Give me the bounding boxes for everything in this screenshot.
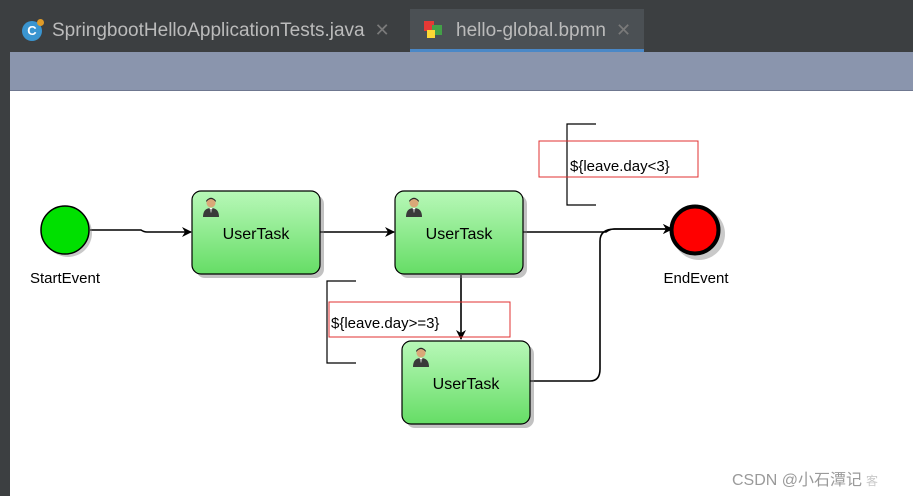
flow-start-to-task1[interactable] — [90, 227, 192, 237]
java-class-icon: C — [22, 18, 44, 41]
task-label: UserTask — [426, 226, 494, 243]
close-icon[interactable]: ✕ — [375, 20, 390, 41]
tab-bpmn-file[interactable]: hello-global.bpmn ✕ — [410, 9, 644, 52]
close-icon[interactable]: ✕ — [616, 20, 631, 41]
watermark-text: CSDN @小石潭记 — [732, 472, 863, 489]
user-task-1[interactable]: UserTask — [191, 190, 324, 278]
user-task-3[interactable]: UserTask — [401, 340, 534, 428]
tab-label: hello-global.bpmn — [456, 19, 606, 41]
user-task-2[interactable]: UserTask — [394, 190, 527, 278]
end-event-label: EndEvent — [663, 270, 729, 287]
end-event[interactable] — [669, 204, 721, 256]
bpmn-file-icon — [424, 20, 444, 41]
flow-task3-to-end[interactable] — [530, 224, 673, 382]
tab-java-tests[interactable]: C SpringbootHelloApplicationTests.java ✕ — [22, 9, 390, 52]
editor-tab-bar: C SpringbootHelloApplicationTests.java ✕… — [10, 9, 913, 52]
csdn-watermark: CSDN @小石潭记客 — [732, 466, 878, 490]
task-label: UserTask — [223, 226, 291, 243]
start-event-label: StartEvent — [30, 270, 101, 287]
tab-label: SpringbootHelloApplicationTests.java — [52, 19, 365, 41]
bpmn-canvas[interactable]: ${leave.day<3} ${leave.day>=3} StartEven… — [10, 91, 913, 496]
bpmn-diagram: ${leave.day<3} ${leave.day>=3} StartEven… — [30, 123, 729, 428]
start-event[interactable] — [40, 205, 90, 255]
condition-text-ge3: ${leave.day>=3} — [331, 315, 439, 332]
diagram-toolbar — [10, 52, 913, 91]
condition-text-lt3: ${leave.day<3} — [570, 158, 670, 175]
watermark-faint: 客 — [866, 474, 879, 488]
task-label: UserTask — [433, 376, 501, 393]
